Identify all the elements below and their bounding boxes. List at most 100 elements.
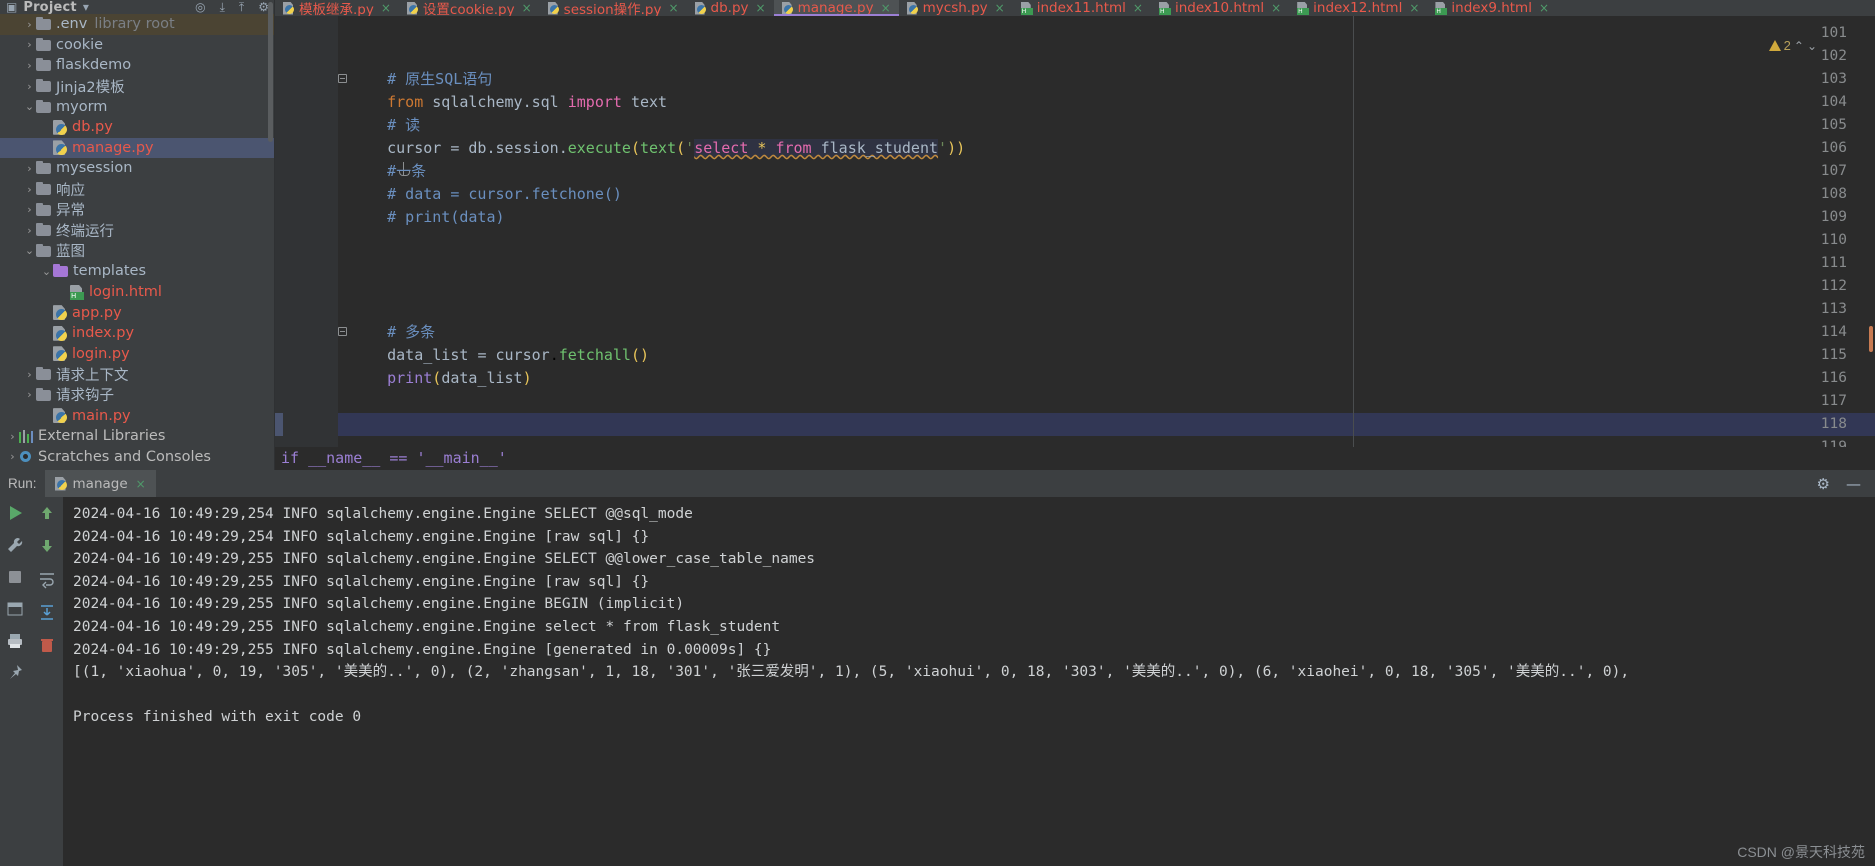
locate-icon[interactable]: ◎: [195, 0, 205, 14]
editor-tab-managepy[interactable]: manage.py ×: [773, 0, 899, 16]
chevron-right-icon[interactable]: ›: [23, 39, 36, 50]
code-line[interactable]: from sqlalchemy.sql import text: [351, 91, 667, 114]
trash-icon[interactable]: [37, 635, 57, 655]
tree-item-17[interactable]: › 请求上下文: [0, 364, 275, 385]
tree-item-19[interactable]: · main.py: [0, 405, 275, 426]
gear-icon[interactable]: ⚙: [1817, 475, 1830, 493]
expand-icon[interactable]: ⤒: [239, 0, 244, 15]
close-icon[interactable]: ×: [1133, 1, 1143, 15]
code-line[interactable]: data_list = cursor.fetchall(): [351, 344, 649, 367]
tree-item-11[interactable]: ⌄ 蓝图: [0, 241, 275, 262]
editor-tab-sessionpy[interactable]: session操作.py ×: [540, 0, 687, 16]
inspection-warning-badge[interactable]: 2 ⌃ ⌄: [1768, 38, 1817, 53]
code-line[interactable]: # 多条: [351, 321, 435, 344]
editor-tab-index11html[interactable]: index11.html ×: [1013, 0, 1151, 16]
print-icon[interactable]: [5, 631, 25, 651]
code-line[interactable]: cursor = db.session.execute(text('select…: [351, 137, 965, 160]
soft-wrap-icon[interactable]: [37, 569, 57, 589]
tree-item-12[interactable]: ⌄ templates: [0, 261, 275, 282]
tree-item-3[interactable]: › Jinja2模板: [0, 76, 275, 97]
close-icon[interactable]: ×: [136, 477, 146, 491]
code-line[interactable]: # 读: [351, 114, 420, 137]
close-icon[interactable]: ×: [381, 1, 391, 15]
down-arrow-icon[interactable]: [37, 536, 57, 556]
close-icon[interactable]: ×: [1271, 1, 1281, 15]
tree-item-13[interactable]: · login.html: [0, 282, 275, 303]
code-line[interactable]: # print(data): [351, 206, 504, 229]
layout-icon[interactable]: [5, 599, 25, 619]
editor-tab-bar[interactable]: 模板继承.py × 设置cookie.py × session操作.py × db.py × m…: [275, 0, 1875, 16]
editor-tab-cookiepy[interactable]: 设置cookie.py ×: [399, 0, 540, 16]
run-icon[interactable]: [5, 503, 25, 523]
code-line[interactable]: #一条: [351, 160, 426, 183]
editor-scrollbar[interactable]: [1869, 326, 1873, 352]
tree-item-21[interactable]: › Scratches and Consoles: [0, 446, 275, 467]
code-line[interactable]: # data = cursor.fetchone(): [351, 183, 622, 206]
chevron-down-icon[interactable]: ⌄: [23, 245, 36, 256]
tree-item-16[interactable]: · login.py: [0, 344, 275, 365]
chevron-right-icon[interactable]: ›: [6, 431, 19, 442]
tree-item-0[interactable]: › .env library root: [0, 14, 275, 35]
tree-item-6[interactable]: · manage.py: [0, 137, 275, 159]
tree-item-20[interactable]: › External Libraries: [0, 426, 275, 447]
wrench-icon[interactable]: [5, 535, 25, 555]
chevron-down-icon[interactable]: ⌄: [1807, 39, 1817, 53]
chevron-right-icon[interactable]: ›: [23, 60, 36, 71]
scroll-end-icon[interactable]: [37, 602, 57, 622]
run-secondary-toolbar[interactable]: [30, 497, 63, 866]
chevron-down-icon[interactable]: ⌄: [40, 266, 53, 277]
project-tree[interactable]: › .env library root › cookie › flaskdemo › Jinja…: [0, 14, 275, 467]
chevron-right-icon[interactable]: ›: [23, 225, 36, 236]
chevron-right-icon[interactable]: ›: [6, 451, 19, 462]
editor-tab-index12html[interactable]: index12.html ×: [1289, 0, 1427, 16]
chevron-down-icon[interactable]: ▾: [83, 0, 89, 14]
editor-tab-index9html[interactable]: index9.html ×: [1427, 0, 1557, 16]
editor-tab-py[interactable]: 模板继承.py ×: [275, 0, 399, 16]
code-fold-toggle[interactable]: [337, 68, 348, 91]
up-arrow-icon[interactable]: [37, 503, 57, 523]
tree-item-9[interactable]: › 异常: [0, 199, 275, 220]
chevron-right-icon[interactable]: ›: [23, 163, 36, 174]
tree-item-7[interactable]: › mysession: [0, 158, 275, 179]
chevron-down-icon[interactable]: ⌄: [23, 101, 36, 112]
editor-gutter[interactable]: [275, 16, 338, 470]
editor-tab-mycshpy[interactable]: mycsh.py ×: [899, 0, 1013, 16]
tree-item-2[interactable]: › flaskdemo: [0, 55, 275, 76]
minimize-icon[interactable]: —: [1846, 475, 1861, 493]
close-icon[interactable]: ×: [522, 1, 532, 15]
close-icon[interactable]: ×: [1409, 1, 1419, 15]
run-tab-manage[interactable]: manage ×: [44, 470, 156, 497]
chevron-right-icon[interactable]: ›: [23, 81, 36, 92]
collapse-icon[interactable]: ⤓: [220, 0, 225, 15]
chevron-right-icon[interactable]: ›: [23, 369, 36, 380]
chevron-right-icon[interactable]: ›: [23, 184, 36, 195]
chevron-right-icon[interactable]: ›: [23, 204, 36, 215]
chevron-right-icon[interactable]: ›: [23, 389, 36, 400]
close-icon[interactable]: ×: [881, 1, 891, 15]
code-fold-end-marker[interactable]: [337, 160, 410, 183]
code-fold-toggle[interactable]: [337, 321, 348, 344]
run-control-toolbar[interactable]: [0, 497, 30, 866]
tree-item-10[interactable]: › 终端运行: [0, 220, 275, 241]
chevron-right-icon[interactable]: ›: [23, 19, 36, 30]
tree-item-14[interactable]: · app.py: [0, 302, 275, 323]
code-editor[interactable]: 101 102 103 104 105 106 107 108 109 110 111 112 113 1…: [275, 16, 1875, 470]
close-icon[interactable]: ×: [668, 1, 678, 15]
close-icon[interactable]: ×: [995, 1, 1005, 15]
code-line[interactable]: print(data_list): [351, 367, 532, 390]
tree-item-18[interactable]: › 请求钩子: [0, 385, 275, 406]
tree-item-4[interactable]: ⌄ myorm: [0, 96, 275, 117]
tree-item-1[interactable]: › cookie: [0, 35, 275, 56]
tree-item-15[interactable]: · index.py: [0, 323, 275, 344]
pin-icon[interactable]: [5, 663, 25, 683]
run-console-output[interactable]: 2024-04-16 10:49:29,254 INFO sqlalchemy.…: [63, 497, 1875, 866]
close-icon[interactable]: ×: [756, 1, 766, 15]
code-line[interactable]: # 原生SQL语句: [351, 68, 492, 91]
editor-tab-index10html[interactable]: index10.html ×: [1151, 0, 1289, 16]
tree-item-8[interactable]: › 响应: [0, 179, 275, 200]
chevron-up-icon[interactable]: ⌃: [1794, 39, 1804, 53]
code-content[interactable]: # 原生SQL语句 from sqlalchemy.sql import tex…: [351, 16, 1875, 470]
stop-icon[interactable]: [5, 567, 25, 587]
sidebar-scrollbar[interactable]: [268, 2, 273, 142]
editor-tab-dbpy[interactable]: db.py ×: [687, 0, 774, 16]
